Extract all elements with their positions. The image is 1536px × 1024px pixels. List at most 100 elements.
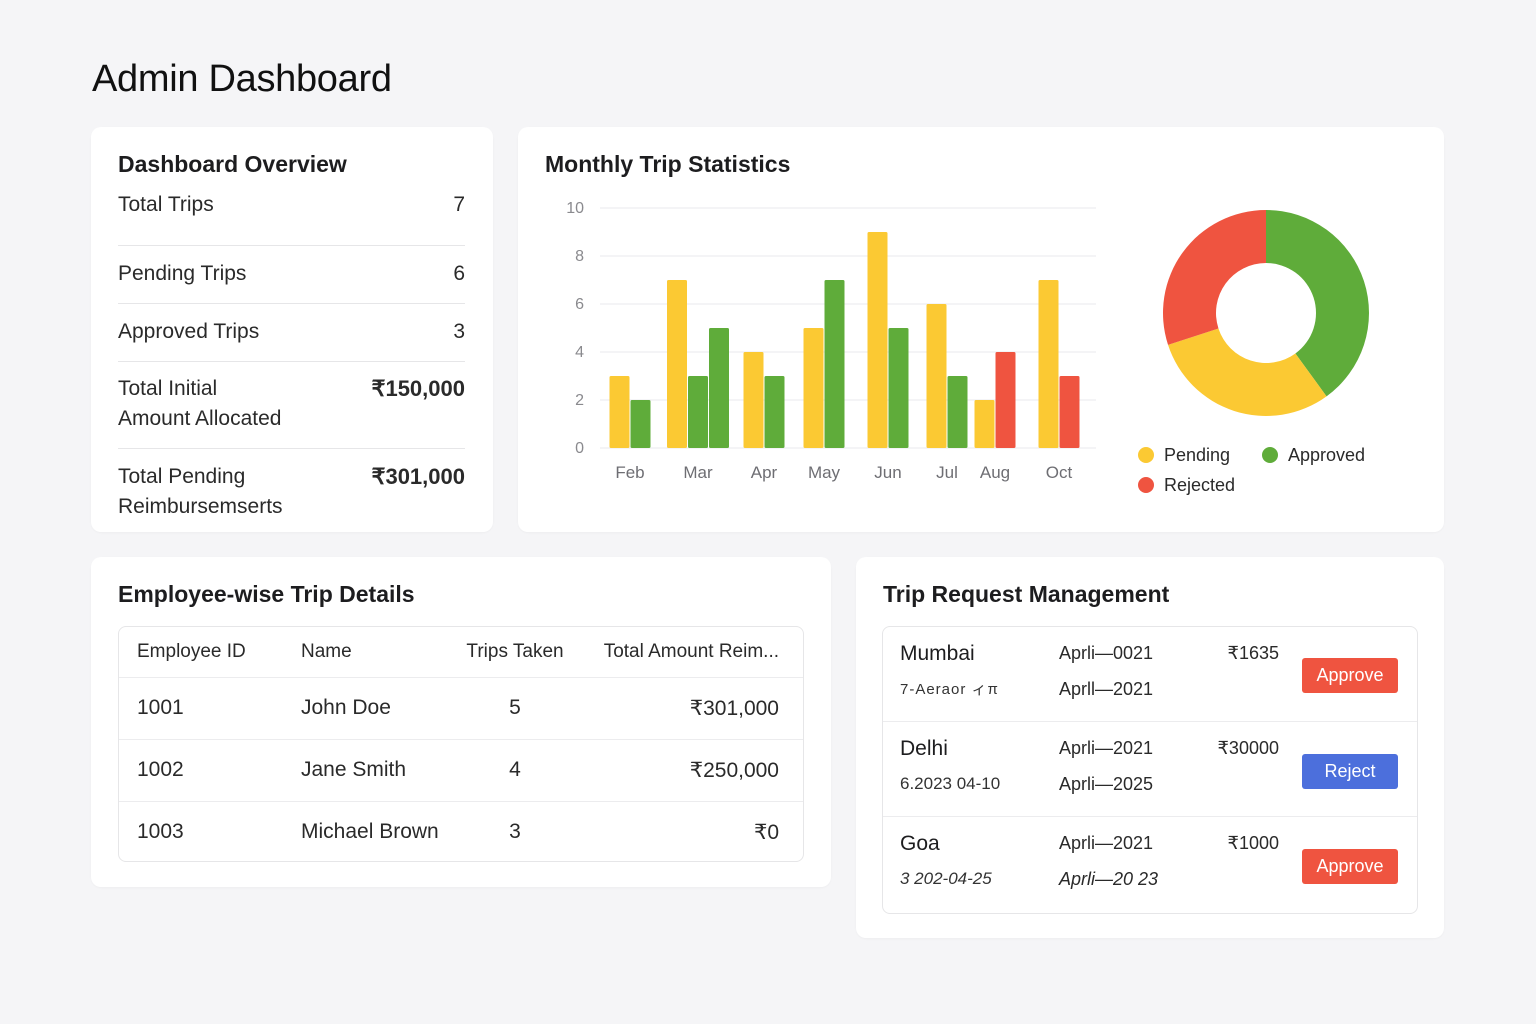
y-tick-label: 10: [566, 200, 584, 217]
x-tick-label: May: [808, 463, 841, 482]
bar-pending: [743, 352, 764, 448]
cell-name: John Doe: [301, 696, 391, 719]
overview-value: ₹150,000: [371, 376, 465, 401]
column-header-name[interactable]: Name: [301, 627, 445, 677]
dashboard-overview-card: Dashboard Overview Total Trips 7 Pending…: [91, 127, 493, 532]
request-row: Mumbai 7-Aeraor ィπ Aprli—0021 Aprll—2021…: [883, 627, 1417, 722]
x-tick-label: Jun: [874, 463, 901, 482]
bar-approved: [630, 400, 651, 448]
employee-table: Employee ID Name Trips Taken Total Amoun…: [119, 627, 803, 861]
approve-button[interactable]: Approve: [1302, 849, 1398, 884]
trip-request-management-card: Trip Request Management Mumbai 7-Aeraor …: [856, 557, 1444, 938]
bar-pending: [867, 232, 888, 448]
bar-pending: [926, 304, 947, 448]
x-tick-label: Oct: [1046, 463, 1073, 482]
overview-value: 7: [453, 193, 465, 216]
cell-amount: ₹301,000: [689, 696, 779, 720]
request-city: Mumbai: [900, 642, 975, 665]
requests-title: Trip Request Management: [883, 581, 1170, 607]
cell-name: Michael Brown: [301, 820, 439, 844]
cell-amount: ₹0: [753, 820, 779, 844]
x-tick-label: Mar: [683, 463, 713, 482]
overview-row-pending-reimbursements: Total Pending Reimbursemserts ₹301,000: [118, 449, 465, 536]
y-tick-label: 4: [575, 344, 584, 361]
request-subtext: 6.2023 04-10: [900, 774, 1001, 793]
bar-approved: [888, 328, 909, 448]
stats-chart-svg: 0 2 4 6 8 10 Feb Mar Apr May Jun Jul Aug Oct Pending Ap…: [566, 200, 1369, 495]
page-title: Admin Dashboard: [92, 58, 392, 100]
overview-label-line: Total Initial: [118, 377, 218, 400]
bar-approved: [947, 376, 968, 448]
cell-trips: 3: [509, 820, 521, 844]
employee-table-container: Employee ID Name Trips Taken Total Amoun…: [118, 626, 804, 862]
legend-label-approved: Approved: [1288, 445, 1365, 465]
reject-button[interactable]: Reject: [1302, 754, 1398, 789]
table-header-row: Employee ID Name Trips Taken Total Amoun…: [119, 627, 803, 677]
overview-value: ₹301,000: [371, 464, 465, 489]
cell-employee-id: 1001: [137, 696, 184, 719]
monthly-trip-statistics-card: Monthly Trip Statistics 0 2 4 6 8 10 Feb Mar Apr…: [518, 127, 1444, 532]
employee-trip-details-card: Employee-wise Trip Details Employee ID N…: [91, 557, 831, 887]
y-tick-label: 6: [575, 296, 584, 313]
y-tick-label: 2: [575, 392, 584, 409]
request-city: Delhi: [900, 737, 948, 760]
request-date-start: Aprli—2021: [1059, 833, 1154, 853]
column-header-total-amount[interactable]: Total Amount Reim...: [585, 627, 803, 677]
donut-slice-rejected: [1163, 210, 1266, 345]
overview-title: Dashboard Overview: [118, 151, 347, 177]
cell-employee-id: 1003: [137, 820, 184, 844]
legend-label-pending: Pending: [1164, 445, 1230, 465]
bar-approved: [764, 376, 785, 448]
cell-name: Jane Smith: [301, 758, 407, 781]
overview-value: 6: [453, 262, 465, 285]
overview-label-line: Reimbursemserts: [118, 495, 283, 518]
bar-pending: [667, 280, 687, 448]
x-tick-label: Aug: [980, 463, 1010, 482]
employees-title: Employee-wise Trip Details: [118, 581, 415, 607]
bar-approved: [824, 280, 845, 448]
overview-label: Total Pending Reimbursemserts: [118, 462, 283, 522]
bar-approved: [709, 328, 729, 448]
request-city: Goa: [900, 832, 940, 855]
request-subtext: 7-Aeraor ィπ: [900, 681, 999, 698]
y-tick-label: 8: [575, 248, 584, 265]
bar-pending: [803, 328, 824, 448]
request-amount: ₹1000: [1227, 833, 1280, 853]
bar-pending: [1038, 280, 1059, 448]
bar-pending: [609, 376, 630, 448]
cell-amount: ₹250,000: [689, 758, 779, 782]
overview-row-initial-amount: Total Initial Amount Allocated ₹150,000: [118, 362, 465, 449]
x-tick-label: Apr: [751, 463, 778, 482]
table-row[interactable]: 1002 Jane Smith 4 ₹250,000: [119, 739, 803, 801]
legend-label-rejected: Rejected: [1164, 475, 1235, 495]
column-header-trips-taken[interactable]: Trips Taken: [445, 627, 585, 677]
request-list: Mumbai 7-Aeraor ィπ Aprli—0021 Aprll—2021…: [882, 626, 1418, 914]
request-subtext: 3 202-04-25: [900, 869, 992, 888]
table-row[interactable]: 1001 John Doe 5 ₹301,000: [119, 677, 803, 739]
request-row: Delhi 6.2023 04-10 Aprli—2021 Aprli—2025…: [883, 722, 1417, 817]
request-amount: ₹1635: [1227, 643, 1280, 663]
request-date-start: Aprli—0021: [1059, 643, 1154, 663]
overview-row-pending-trips: Pending Trips 6: [118, 246, 465, 304]
overview-label: Total Initial Amount Allocated: [118, 374, 281, 434]
stats-title: Monthly Trip Statistics: [545, 151, 791, 177]
cell-employee-id: 1002: [137, 758, 184, 781]
overview-label: Total Trips: [118, 193, 214, 216]
x-tick-label: Feb: [615, 463, 644, 482]
column-header-employee-id[interactable]: Employee ID: [119, 627, 301, 677]
approve-button[interactable]: Approve: [1302, 658, 1398, 693]
request-date-end: Aprli—2025: [1059, 774, 1154, 794]
request-date-end: Aprli—20 23: [1059, 869, 1159, 889]
request-amount: ₹30000: [1217, 738, 1279, 758]
request-date-start: Aprli—2021: [1059, 738, 1154, 758]
legend-dot-pending: [1138, 447, 1154, 463]
bar-rejected: [1059, 376, 1080, 448]
overview-label: Approved Trips: [118, 320, 260, 343]
overview-label-line: Amount Allocated: [118, 407, 282, 430]
bar-rejected: [995, 352, 1016, 448]
overview-row-approved-trips: Approved Trips 3: [118, 304, 465, 362]
overview-row-total-trips: Total Trips 7: [118, 188, 465, 246]
bar-pending: [974, 400, 995, 448]
y-tick-label: 0: [575, 440, 584, 457]
table-row[interactable]: 1003 Michael Brown 3 ₹0: [119, 801, 803, 861]
